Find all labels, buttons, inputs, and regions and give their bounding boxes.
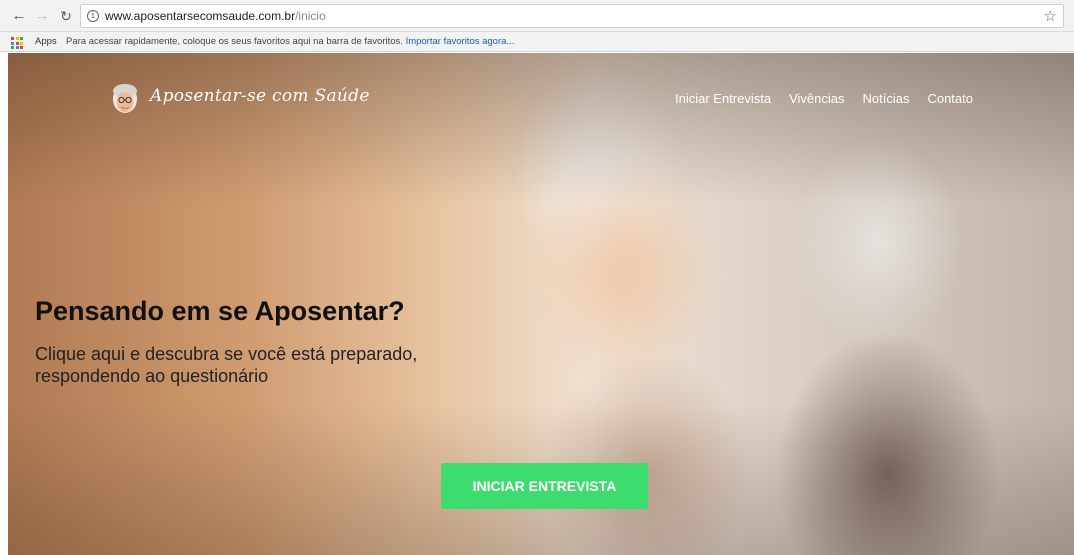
site-brand[interactable]: Aposentar-se com Saúde <box>150 86 370 106</box>
nav-item-noticias[interactable]: Notícias <box>862 91 909 106</box>
start-interview-button[interactable]: INICIAR ENTREVISTA <box>441 463 648 509</box>
address-bar[interactable]: i www.aposentarsecomsaude.com.br/inicio … <box>80 4 1064 28</box>
forward-arrow-icon[interactable]: → <box>33 7 51 25</box>
nav-item-vivencias[interactable]: Vivências <box>789 91 844 106</box>
bookmarks-hint-text: Para acessar rapidamente, coloque os seu… <box>66 36 403 47</box>
nav-item-contato[interactable]: Contato <box>927 91 973 106</box>
apps-grid-icon[interactable] <box>11 37 23 49</box>
hero-section: Aposentar-se com Saúde Iniciar Entrevist… <box>8 53 1074 555</box>
url-text: www.aposentarsecomsaude.com.br/inicio <box>105 9 326 23</box>
nav-item-iniciar-entrevista[interactable]: Iniciar Entrevista <box>675 91 771 106</box>
browser-toolbar: ← → ↻ i www.aposentarsecomsaude.com.br/i… <box>0 0 1074 32</box>
url-path: /inicio <box>295 9 326 23</box>
reload-icon[interactable]: ↻ <box>57 7 75 25</box>
bookmarks-bar: Apps Para acessar rapidamente, coloque o… <box>0 32 1074 52</box>
info-icon[interactable]: i <box>87 10 99 22</box>
back-arrow-icon[interactable]: ← <box>10 7 28 25</box>
star-icon[interactable]: ☆ <box>1044 7 1057 25</box>
main-nav: Iniciar Entrevista Vivências Notícias Co… <box>675 91 973 106</box>
import-bookmarks-link[interactable]: Importar favoritos agora... <box>406 36 515 47</box>
bookmarks-hint: Para acessar rapidamente, coloque os seu… <box>66 36 514 47</box>
hero-subline[interactable]: Clique aqui e descubra se você está prep… <box>35 343 505 387</box>
hero-headline: Pensando em se Aposentar? <box>35 296 405 326</box>
url-host: www.aposentarsecomsaude.com.br <box>105 9 296 23</box>
apps-label[interactable]: Apps <box>35 36 57 47</box>
logo-icon[interactable] <box>110 81 140 115</box>
